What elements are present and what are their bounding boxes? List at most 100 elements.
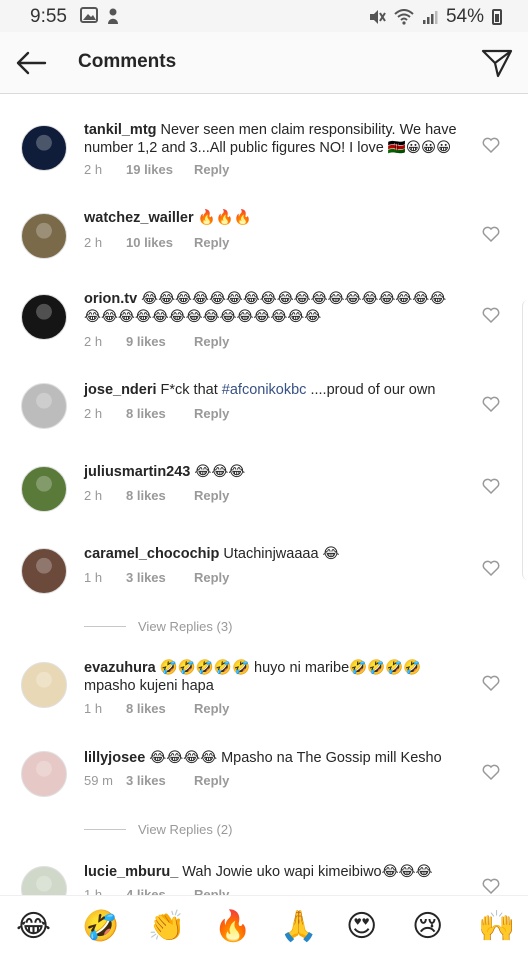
reply-button[interactable]: Reply [194, 701, 229, 716]
comment-username[interactable]: orion.tv [84, 291, 137, 307]
divider-line [84, 829, 126, 830]
battery-icon [492, 9, 502, 25]
like-heart-icon[interactable] [482, 675, 500, 691]
clap-emoji-button[interactable]: 👏 [148, 910, 185, 944]
comment-likes[interactable]: 8 likes [126, 488, 194, 503]
raised-hands-emoji-button[interactable]: 🙌 [478, 910, 515, 944]
comment-text: 🔥🔥🔥 [197, 210, 252, 226]
comment-username[interactable]: caramel_chocochip [84, 546, 219, 562]
avatar[interactable] [21, 213, 67, 259]
view-replies-button[interactable]: View Replies (3) [84, 619, 232, 634]
comment-list[interactable]: tankil_mtg Never seen men claim responsib… [0, 95, 528, 895]
avatar[interactable] [21, 383, 67, 429]
comment-username[interactable]: tankil_mtg [84, 122, 157, 138]
mute-icon [369, 10, 386, 24]
tears-of-joy-emoji-button[interactable]: 😂 [16, 910, 51, 944]
avatar[interactable] [21, 125, 67, 171]
divider-line [84, 626, 126, 627]
reply-button[interactable]: Reply [194, 162, 229, 177]
comment-meta: 2 h 10 likes Reply [84, 235, 229, 250]
direct-send-icon[interactable] [480, 46, 514, 80]
hashtag-link[interactable]: #afconikokbc [222, 382, 307, 398]
view-replies-button[interactable]: View Replies (2) [84, 822, 232, 837]
reply-button[interactable]: Reply [194, 570, 229, 585]
comment-text: Wah Jowie uko wapi kimeibiwo😂😂😂 [182, 864, 433, 880]
like-heart-icon[interactable] [482, 560, 500, 576]
comment-time: 59 m [84, 773, 113, 788]
avatar[interactable] [21, 866, 67, 895]
comment-time: 2 h [84, 488, 103, 503]
comment-body: lucie_mburu_ Wah Jowie uko wapi kimeibiwo… [84, 863, 464, 881]
like-heart-icon[interactable] [482, 307, 500, 323]
comment-username[interactable]: evazuhura [84, 660, 156, 676]
pray-emoji-button[interactable]: 🙏 [280, 910, 317, 944]
comment-time: 2 h [84, 334, 103, 349]
reply-button[interactable]: Reply [194, 334, 229, 349]
comment-likes[interactable]: 9 likes [126, 334, 194, 349]
comment-likes[interactable]: 3 likes [126, 570, 194, 585]
reply-button[interactable]: Reply [194, 887, 229, 895]
like-heart-icon[interactable] [482, 396, 500, 412]
comment-text: ....proud of our own [306, 382, 436, 398]
avatar[interactable] [21, 751, 67, 797]
comment-body: evazuhura 🤣🤣🤣🤣🤣 huyo ni maribe🤣🤣🤣🤣 mpasho… [84, 659, 440, 695]
crying-emoji-button[interactable]: 😢 [412, 910, 443, 944]
reply-button[interactable]: Reply [194, 773, 229, 788]
header: Comments [0, 32, 528, 94]
comment-likes[interactable]: 4 likes [126, 887, 194, 895]
comment-username[interactable]: lillyjosee [84, 750, 145, 766]
status-bar: 9:55 54% [0, 0, 528, 32]
comment-likes[interactable]: 8 likes [126, 406, 194, 421]
rofl-emoji-button[interactable]: 🤣 [82, 910, 119, 944]
comment-username[interactable]: jose_nderi [84, 382, 157, 398]
fire-emoji-button[interactable]: 🔥 [214, 910, 251, 944]
comment-meta: 59 m 3 likes Reply [84, 773, 229, 788]
scroll-indicator[interactable] [522, 300, 528, 580]
comment-time: 2 h [84, 162, 103, 177]
reply-button[interactable]: Reply [194, 235, 229, 250]
comment-body: caramel_chocochip Utachinjwaaaa 😂 [84, 545, 464, 563]
avatar[interactable] [21, 662, 67, 708]
view-replies-label[interactable]: View Replies (2) [138, 822, 232, 837]
page-title: Comments [78, 51, 177, 72]
comment-time: 1 h [84, 701, 103, 716]
comment-body: juliusmartin243 😂😂😂 [84, 463, 464, 481]
like-heart-icon[interactable] [482, 226, 500, 242]
like-heart-icon[interactable] [482, 137, 500, 153]
avatar[interactable] [21, 294, 67, 340]
avatar[interactable] [21, 466, 67, 512]
status-system-icons: 54% [368, 6, 502, 28]
comment-meta: 2 h 9 likes Reply [84, 334, 229, 349]
comment-likes[interactable]: 10 likes [126, 235, 194, 250]
comment-body: jose_nderi F*ck that #afconikokbc ....pro… [84, 381, 464, 399]
like-heart-icon[interactable] [482, 478, 500, 494]
comment-text: 😂😂😂 [194, 464, 246, 480]
view-replies-label[interactable]: View Replies (3) [138, 619, 232, 634]
comment-time: 1 h [84, 887, 103, 895]
back-arrow-icon[interactable] [14, 46, 48, 80]
emoji-quick-bar: 😂 🤣 👏 🔥 🙏 😍 😢 🙌 [0, 895, 528, 960]
comment-body: watchez_wailler 🔥🔥🔥 [84, 209, 464, 227]
comment-username[interactable]: lucie_mburu_ [84, 864, 178, 880]
like-heart-icon[interactable] [482, 878, 500, 894]
comment-text: Utachinjwaaaa 😂 [223, 546, 340, 562]
comment-time: 2 h [84, 406, 103, 421]
comment-likes[interactable]: 19 likes [126, 162, 194, 177]
comment-body: orion.tv 😂😂😂😂😂😂😂😂😂😂😂😂😂😂😂😂😂😂😂😂😂😂😂😂😂😂😂😂😂😂😂😂 [84, 290, 456, 326]
heart-eyes-emoji-button[interactable]: 😍 [346, 910, 377, 944]
comment-text: 😂😂😂😂😂😂😂😂😂😂😂😂😂😂😂😂😂😂😂😂😂😂😂😂😂😂😂😂😂😂😂😂 [84, 291, 447, 325]
comment-username[interactable]: watchez_wailler [84, 210, 194, 226]
comment-username[interactable]: juliusmartin243 [84, 464, 190, 480]
comment-meta: 1 h 4 likes Reply [84, 887, 229, 895]
comment-text: 😂😂😂😂 Mpasho na The Gossip mill Kesho [149, 750, 442, 766]
comment-time: 2 h [84, 235, 103, 250]
like-heart-icon[interactable] [482, 764, 500, 780]
comment-body: lillyjosee 😂😂😂😂 Mpasho na The Gossip mill… [84, 749, 464, 767]
comment-time: 1 h [84, 570, 103, 585]
reply-button[interactable]: Reply [194, 406, 229, 421]
app-notification-icon [108, 8, 118, 24]
reply-button[interactable]: Reply [194, 488, 229, 503]
comment-likes[interactable]: 8 likes [126, 701, 194, 716]
avatar[interactable] [21, 548, 67, 594]
comment-likes[interactable]: 3 likes [126, 773, 194, 788]
